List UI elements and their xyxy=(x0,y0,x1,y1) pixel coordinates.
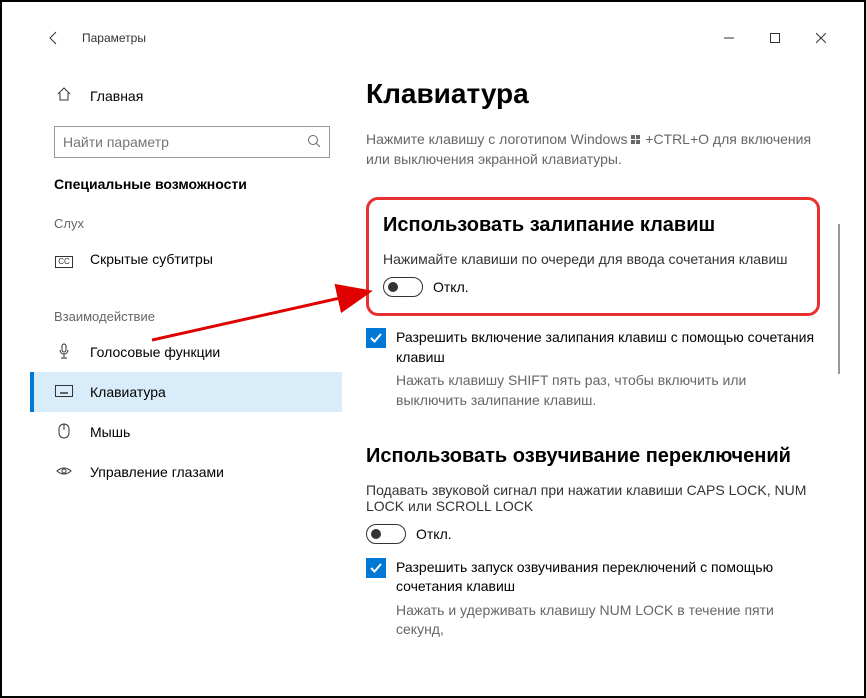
sidebar-item-label: Клавиатура xyxy=(90,384,166,400)
toggle-keys-toggle-row: Откл. xyxy=(366,524,820,544)
sidebar-item-closed-captions[interactable]: CC Скрытые субтитры xyxy=(30,239,342,279)
close-button[interactable] xyxy=(798,22,844,54)
sticky-keys-toggle-state: Откл. xyxy=(433,279,469,295)
toggle-keys-shortcut-hint: Нажать и удерживать клавишу NUM LOCK в т… xyxy=(396,601,820,640)
sticky-keys-toggle[interactable] xyxy=(383,277,423,297)
microphone-icon xyxy=(54,343,74,362)
sticky-shortcut-hint: Нажать клавишу SHIFT пять раз, чтобы вкл… xyxy=(396,371,820,410)
sidebar-item-label: Голосовые функции xyxy=(90,344,220,360)
group-hearing: Слух xyxy=(54,216,342,231)
scrollbar[interactable] xyxy=(838,224,840,374)
sidebar-item-label: Скрытые субтитры xyxy=(90,251,213,267)
back-button[interactable] xyxy=(42,26,66,50)
group-interaction: Взаимодействие xyxy=(54,309,342,324)
sidebar-item-label: Управление глазами xyxy=(90,464,224,480)
keyboard-icon xyxy=(54,384,74,400)
sidebar: Главная Специальные возможности Слух CC … xyxy=(30,54,342,696)
search-box[interactable] xyxy=(54,126,330,158)
home-icon xyxy=(54,86,74,107)
window-title: Параметры xyxy=(82,31,146,45)
window-controls xyxy=(706,22,844,54)
search-input[interactable] xyxy=(63,134,307,150)
titlebar: Параметры xyxy=(30,22,844,54)
sticky-shortcut-row: Разрешить включение залипания клавиш с п… xyxy=(366,328,820,367)
toggle-keys-shortcut-checkbox[interactable] xyxy=(366,558,386,578)
main-panel: Клавиатура Нажмите клавишу с логотипом W… xyxy=(342,54,844,696)
toggle-keys-title: Использовать озвучивание переключений xyxy=(366,445,820,468)
toggle-keys-shortcut-row: Разрешить запуск озвучивания переключени… xyxy=(366,558,820,597)
sidebar-item-speech[interactable]: Голосовые функции xyxy=(30,332,342,372)
home-nav[interactable]: Главная xyxy=(54,78,342,114)
content-area: Главная Специальные возможности Слух CC … xyxy=(30,54,844,696)
settings-window: Параметры Главная xyxy=(30,22,844,696)
cc-icon: CC xyxy=(54,251,74,268)
sticky-keys-title: Использовать залипание клавиш xyxy=(383,214,803,237)
toggle-keys-toggle[interactable] xyxy=(366,524,406,544)
maximize-button[interactable] xyxy=(752,22,798,54)
sidebar-item-keyboard[interactable]: Клавиатура xyxy=(30,372,342,412)
eye-icon xyxy=(54,464,74,480)
sidebar-item-eye-control[interactable]: Управление глазами xyxy=(30,452,342,492)
sticky-shortcut-checkbox[interactable] xyxy=(366,328,386,348)
sidebar-item-mouse[interactable]: Мышь xyxy=(30,412,342,452)
osk-description: Нажмите клавишу с логотипом Windows +CTR… xyxy=(366,130,820,169)
category-title: Специальные возможности xyxy=(54,176,342,192)
sticky-keys-toggle-row: Откл. xyxy=(383,277,803,297)
toggle-keys-subtitle: Подавать звуковой сигнал при нажатии кла… xyxy=(366,482,820,514)
search-icon xyxy=(307,134,321,151)
sticky-keys-highlight: Использовать залипание клавиш Нажимайте … xyxy=(366,197,820,316)
mouse-icon xyxy=(54,423,74,442)
sticky-shortcut-label: Разрешить включение залипания клавиш с п… xyxy=(396,328,820,367)
toggle-keys-shortcut-label: Разрешить запуск озвучивания переключени… xyxy=(396,558,820,597)
sticky-keys-subtitle: Нажимайте клавиши по очереди для ввода с… xyxy=(383,251,803,267)
minimize-button[interactable] xyxy=(706,22,752,54)
sidebar-item-label: Мышь xyxy=(90,424,130,440)
home-label: Главная xyxy=(90,88,143,104)
toggle-keys-section: Использовать озвучивание переключений По… xyxy=(366,445,820,640)
toggle-keys-toggle-state: Откл. xyxy=(416,526,452,542)
windows-logo-icon xyxy=(631,135,641,145)
page-title: Клавиатура xyxy=(366,78,820,110)
